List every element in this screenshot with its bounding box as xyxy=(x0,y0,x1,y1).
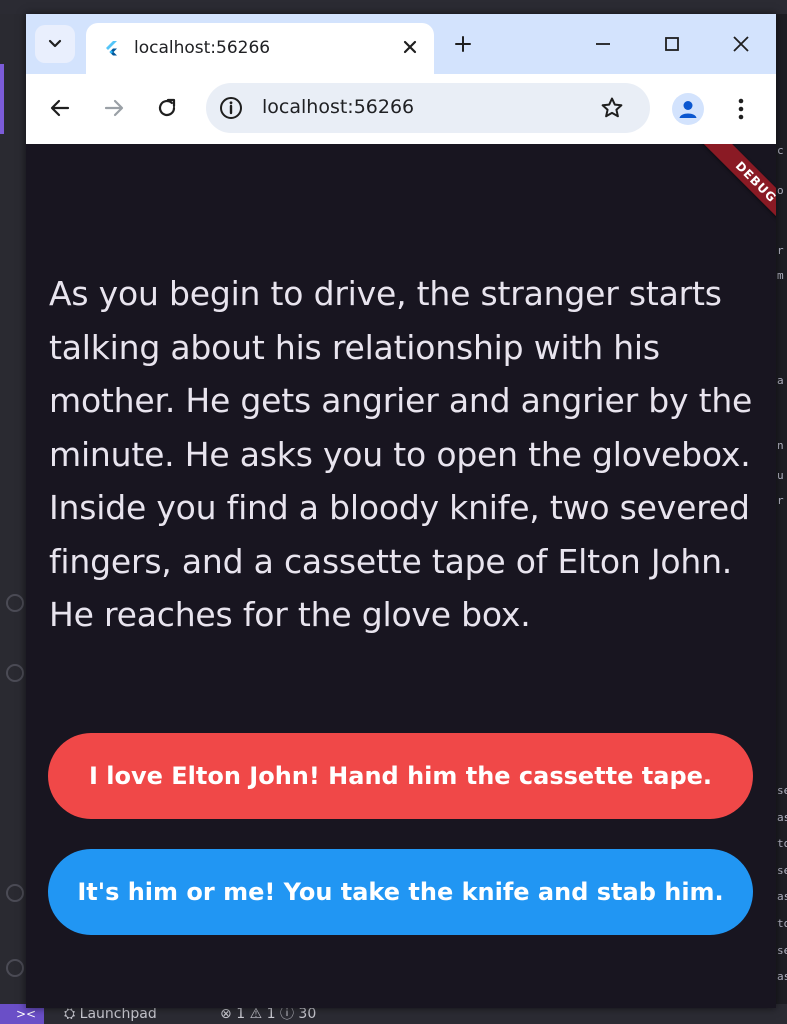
browser-toolbar: localhost:56266 xyxy=(26,74,776,144)
account-icon[interactable] xyxy=(6,884,24,902)
info-icon xyxy=(220,97,242,119)
maximize-button[interactable] xyxy=(654,28,690,60)
flutter-logo-icon xyxy=(106,41,117,56)
forward-button[interactable] xyxy=(96,90,132,126)
browser-window: localhost:56266 localhost:56266 DEBUG As… xyxy=(26,14,776,1008)
arrow-right-icon xyxy=(104,99,124,117)
error-icon: ⊗ xyxy=(220,1006,232,1022)
chevron-down-icon xyxy=(48,39,62,48)
close-icon xyxy=(403,40,417,54)
profile-button[interactable] xyxy=(672,93,704,125)
browser-menu-button[interactable] xyxy=(729,93,753,125)
close-icon xyxy=(733,36,749,52)
reload-icon xyxy=(158,98,176,117)
new-tab-button[interactable] xyxy=(450,31,476,57)
tab-close-button[interactable] xyxy=(398,35,422,59)
debug-banner: DEBUG xyxy=(676,144,776,244)
profile-avatar-icon xyxy=(679,101,697,118)
choice-button-stab[interactable]: It's him or me! You take the knife and s… xyxy=(48,849,753,935)
choice-button-hand-tape[interactable]: I love Elton John! Hand him the cassette… xyxy=(48,733,753,819)
warning-count: 1 xyxy=(266,1006,276,1022)
info-count: 30 xyxy=(298,1006,317,1022)
settings-gear-icon[interactable] xyxy=(6,959,24,977)
story-text: As you begin to drive, the stranger star… xyxy=(49,274,753,634)
choice-label: I love Elton John! Hand him the cassette… xyxy=(88,762,713,790)
rocket-icon: ⛭ xyxy=(64,1006,76,1022)
choice-label: It's him or me! You take the knife and s… xyxy=(77,878,724,906)
launchpad-label: Launchpad xyxy=(79,1006,157,1022)
window-close-button[interactable] xyxy=(723,28,759,60)
ide-activity-icon[interactable] xyxy=(6,664,24,682)
app-viewport: DEBUG As you begin to drive, the strange… xyxy=(26,144,776,1008)
ide-activity-bar xyxy=(0,14,26,1004)
tab-search-button[interactable] xyxy=(35,25,75,63)
info-icon: ⓘ xyxy=(279,1006,294,1022)
star-icon xyxy=(601,97,623,118)
tab-title: localhost:56266 xyxy=(134,38,271,58)
error-count: 1 xyxy=(236,1006,246,1022)
url-text: localhost:56266 xyxy=(262,96,415,118)
ide-editor-edge: c o r m a n u r se as to se as to se as xyxy=(776,14,787,1004)
address-bar[interactable]: localhost:56266 xyxy=(206,83,650,133)
maximize-icon xyxy=(665,37,679,51)
ide-activity-icon[interactable] xyxy=(6,594,24,612)
minimize-icon xyxy=(596,43,610,45)
back-button[interactable] xyxy=(42,90,78,126)
plus-icon xyxy=(455,36,471,52)
browser-tab[interactable]: localhost:56266 xyxy=(86,23,434,74)
more-vert-icon xyxy=(738,98,744,120)
reload-button[interactable] xyxy=(149,90,185,126)
bookmark-button[interactable] xyxy=(598,94,626,122)
ide-title-bar xyxy=(0,0,787,14)
arrow-left-icon xyxy=(50,99,70,117)
warning-icon: ⚠ xyxy=(249,1006,263,1022)
tab-strip: localhost:56266 xyxy=(26,14,776,74)
site-info-button[interactable] xyxy=(218,95,244,121)
minimize-button[interactable] xyxy=(585,28,621,60)
debug-banner-label: DEBUG xyxy=(699,144,776,239)
ide-active-indicator xyxy=(0,64,4,134)
